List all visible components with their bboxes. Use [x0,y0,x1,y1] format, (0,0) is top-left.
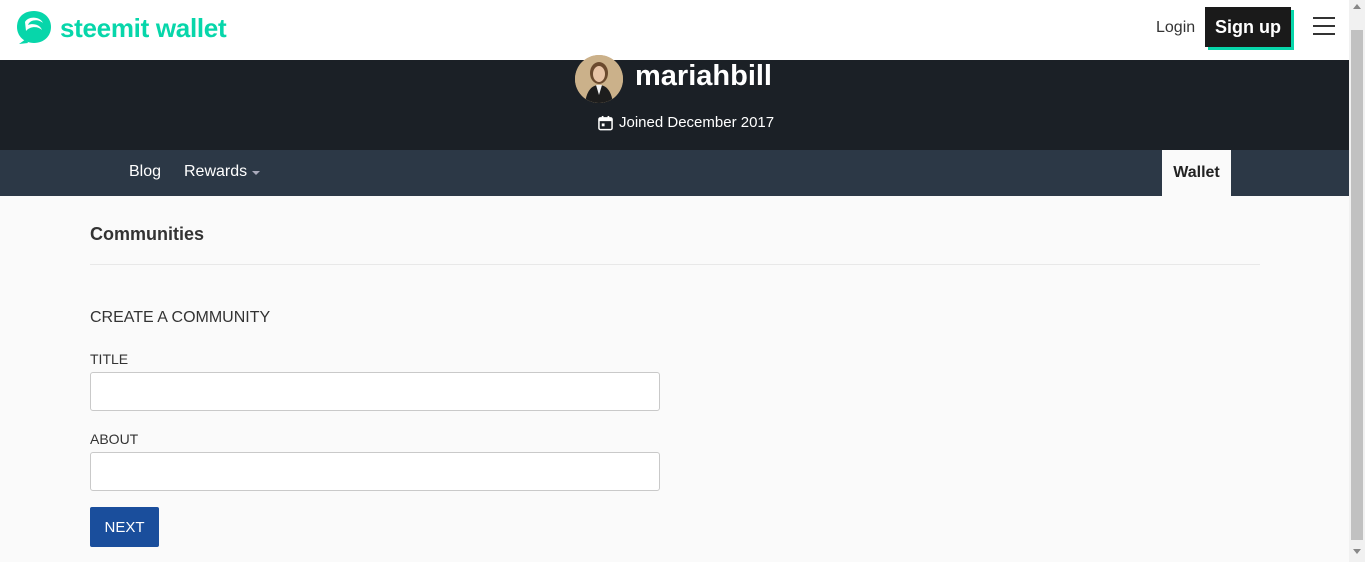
menu-icon[interactable] [1313,17,1335,37]
about-input[interactable] [90,452,660,491]
profile-banner: mariahbill Joined December 2017 [0,55,1349,150]
profile-username: mariahbill [635,60,772,92]
divider [90,264,1260,265]
brand-logo[interactable]: steemit wallet [14,8,227,48]
chevron-down-icon [252,171,261,175]
title-label: TITLE [90,351,129,367]
login-link[interactable]: Login [1156,19,1195,37]
about-label: ABOUT [90,431,139,447]
nav-item-rewards-label: Rewards [184,163,248,180]
scroll-thumb[interactable] [1351,30,1363,540]
site-header: steemit wallet Login Sign up [0,0,1349,60]
title-input[interactable] [90,372,660,411]
steemit-logo-icon [17,11,51,44]
calendar-icon [598,115,613,130]
nav-item-blog[interactable]: Blog [129,163,161,181]
joined-date: Joined December 2017 [598,114,774,131]
profile-nav: Blog Rewards Wallet [0,150,1349,196]
scroll-down-icon[interactable] [1353,549,1361,554]
joined-text: Joined December 2017 [619,114,775,131]
page-title: Communities [90,224,205,244]
scroll-up-icon[interactable] [1353,4,1361,9]
nav-item-rewards[interactable]: Rewards [184,163,261,181]
form-heading: CREATE A COMMUNITY [90,309,271,326]
scrollbar[interactable] [1349,0,1365,562]
nav-item-wallet[interactable]: Wallet [1162,150,1231,196]
signup-button[interactable]: Sign up [1205,7,1291,47]
next-button[interactable]: NEXT [90,507,159,547]
avatar [575,55,623,103]
brand-name: steemit wallet [60,12,227,43]
